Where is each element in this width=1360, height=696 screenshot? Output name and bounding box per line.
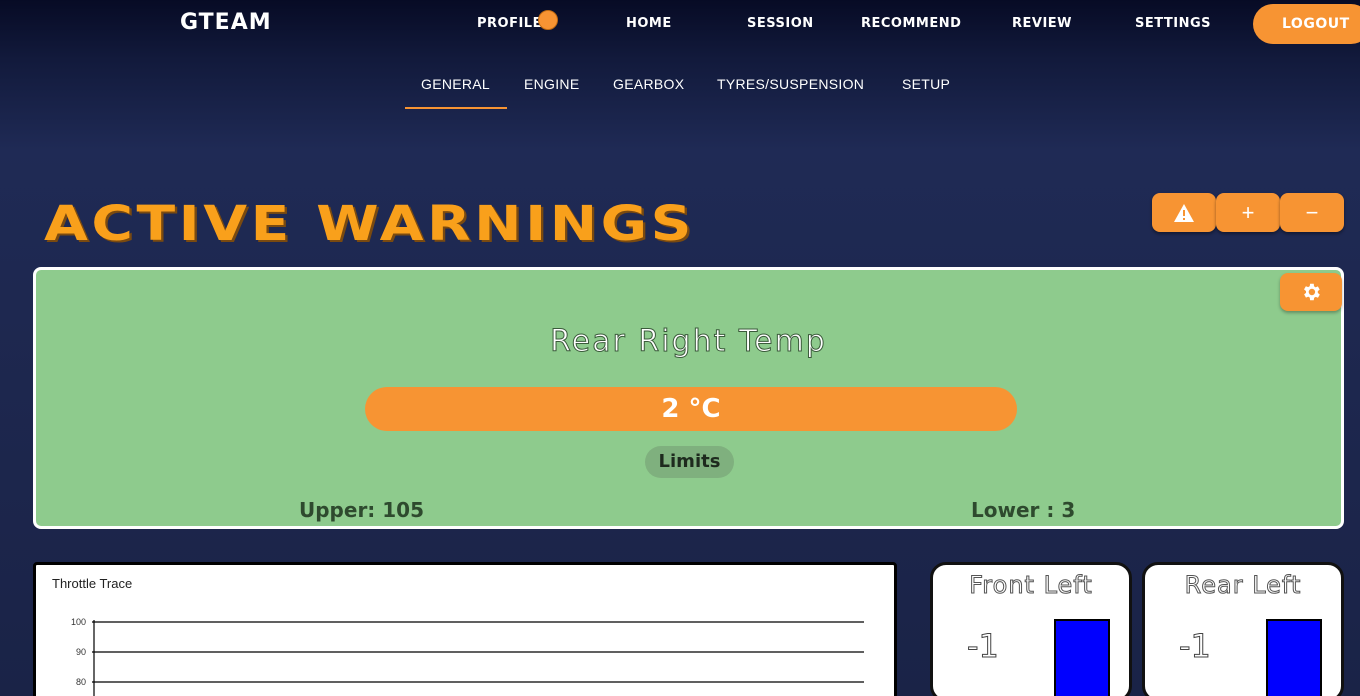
upper-limit: Upper: 105 <box>299 498 425 522</box>
tab-tyres-suspension[interactable]: TYRES/SUSPENSION <box>717 76 864 92</box>
brand-logo[interactable]: GTEAM <box>180 10 272 35</box>
sensor-value-bar: 2 °C <box>365 387 1017 431</box>
add-warning-button[interactable]: + <box>1216 193 1280 232</box>
tab-engine[interactable]: ENGINE <box>524 76 579 92</box>
chart-plot: 100 90 80 <box>71 617 864 696</box>
tyre-level-bar <box>1054 619 1110 696</box>
y-tick-80: 80 <box>76 677 86 687</box>
nav-settings[interactable]: SETTINGS <box>1135 16 1211 31</box>
warning-card: Rear Right Temp 2 °C Limits Upper: 105 L… <box>33 267 1344 529</box>
active-tab-indicator <box>405 107 507 109</box>
tab-general[interactable]: GENERAL <box>421 76 490 92</box>
logout-button[interactable]: LOGOUT <box>1253 4 1360 44</box>
nav-profile[interactable]: PROFILE <box>477 16 542 31</box>
tyre-value: -1 <box>1179 627 1212 666</box>
nav-review[interactable]: REVIEW <box>1012 16 1072 31</box>
nav-session[interactable]: SESSION <box>747 16 814 31</box>
gear-icon <box>1304 283 1320 301</box>
limits-label: Limits <box>645 446 734 478</box>
top-nav: GTEAM PROFILE HOME SESSION RECOMMEND REV… <box>0 0 1360 48</box>
nav-home[interactable]: HOME <box>626 16 672 31</box>
tyre-card-rear-left: Rear Left -1 <box>1142 562 1344 696</box>
tyre-level-bar <box>1266 619 1322 696</box>
page-title: ACTIVE WARNINGS <box>44 196 696 252</box>
warning-settings-button[interactable] <box>1280 273 1342 311</box>
sensor-name: Rear Right Temp <box>550 324 827 360</box>
tyre-card-front-left: Front Left -1 <box>930 562 1132 696</box>
warning-filter-button[interactable] <box>1152 193 1216 232</box>
sub-nav: GENERAL ENGINE GEARBOX TYRES/SUSPENSION … <box>0 70 1360 110</box>
tab-setup[interactable]: SETUP <box>902 76 950 92</box>
profile-avatar[interactable] <box>538 10 558 30</box>
lower-limit: Lower : 3 <box>971 498 1076 522</box>
tyre-name: Front Left <box>969 571 1093 600</box>
throttle-trace-chart: Throttle Trace 100 90 80 <box>33 562 897 696</box>
tyre-value: -1 <box>967 627 1000 666</box>
remove-warning-button[interactable]: − <box>1280 193 1344 232</box>
y-tick-100: 100 <box>71 617 86 627</box>
nav-recommend[interactable]: RECOMMEND <box>861 16 961 31</box>
tab-gearbox[interactable]: GEARBOX <box>613 76 684 92</box>
y-tick-90: 90 <box>76 647 86 657</box>
warning-triangle-icon <box>1174 203 1194 222</box>
tyre-name: Rear Left <box>1184 571 1302 600</box>
